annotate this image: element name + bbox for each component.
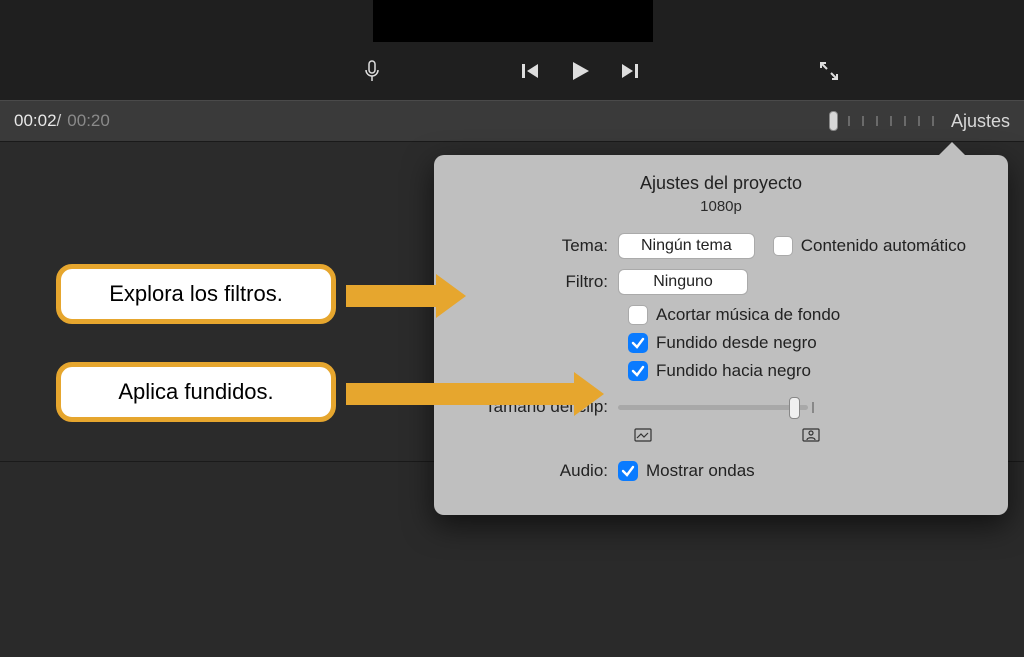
video-preview[interactable] bbox=[373, 0, 653, 42]
callout-filters-arrow bbox=[346, 274, 466, 318]
thumbnail-large-icon bbox=[802, 427, 820, 447]
show-waveforms-checkbox[interactable] bbox=[618, 461, 638, 481]
auto-content-label: Contenido automático bbox=[801, 236, 966, 256]
callout-filters: Explora los filtros. bbox=[56, 264, 336, 324]
time-bar: 00:02 / 00:20 Ajustes bbox=[0, 100, 1024, 142]
filter-label: Filtro: bbox=[456, 272, 618, 292]
shorten-music-checkbox[interactable] bbox=[628, 305, 648, 325]
popover-title: Ajustes del proyecto bbox=[456, 173, 986, 194]
theme-label: Tema: bbox=[456, 236, 618, 256]
fullscreen-icon[interactable] bbox=[818, 60, 840, 82]
fade-to-black-label: Fundido hacia negro bbox=[656, 361, 811, 381]
time-total: 00:20 bbox=[67, 111, 110, 131]
mic-icon[interactable] bbox=[364, 60, 380, 82]
fade-from-black-checkbox[interactable] bbox=[628, 333, 648, 353]
time-current: 00:02 bbox=[14, 111, 57, 131]
shorten-music-label: Acortar música de fondo bbox=[656, 305, 840, 325]
callout-fades-arrow bbox=[346, 372, 604, 416]
theme-popup-button[interactable]: Ningún tema bbox=[618, 233, 755, 259]
skip-back-icon[interactable] bbox=[520, 61, 540, 81]
transport-bar bbox=[0, 56, 1024, 86]
filter-popup-button[interactable]: Ninguno bbox=[618, 269, 748, 295]
show-waveforms-label: Mostrar ondas bbox=[646, 461, 755, 481]
popover-subtitle: 1080p bbox=[456, 198, 986, 215]
skip-forward-icon[interactable] bbox=[620, 61, 640, 81]
fade-from-black-label: Fundido desde negro bbox=[656, 333, 817, 353]
settings-button[interactable]: Ajustes bbox=[951, 111, 1010, 132]
thumbnail-small-icon bbox=[634, 427, 652, 447]
audio-label: Audio: bbox=[456, 461, 618, 481]
callout-fades: Aplica fundidos. bbox=[56, 362, 336, 422]
fade-to-black-checkbox[interactable] bbox=[628, 361, 648, 381]
clip-size-slider[interactable] bbox=[618, 405, 808, 410]
project-settings-popover: Ajustes del proyecto 1080p Tema: Ningún … bbox=[434, 155, 1008, 515]
auto-content-checkbox[interactable] bbox=[773, 236, 793, 256]
play-icon[interactable] bbox=[568, 59, 592, 83]
zoom-slider[interactable] bbox=[829, 111, 939, 131]
viewer-area bbox=[0, 0, 1024, 100]
